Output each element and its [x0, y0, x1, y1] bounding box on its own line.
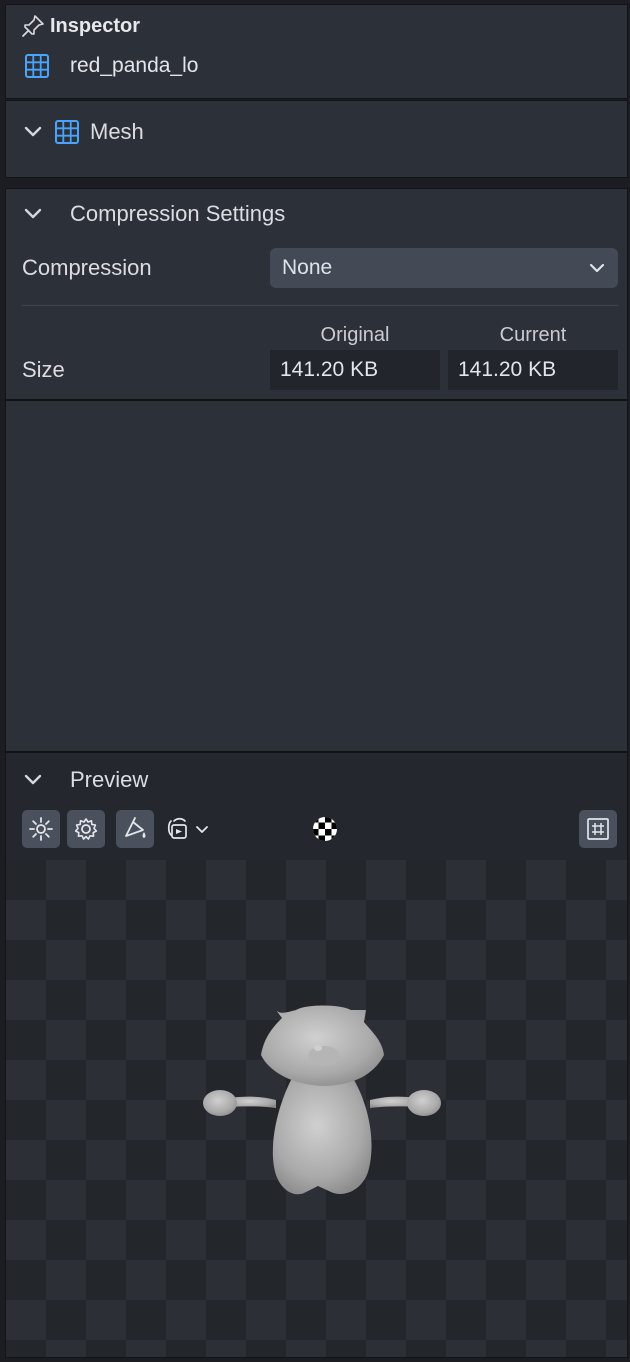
size-label: Size: [22, 357, 65, 382]
chevron-down-icon: [195, 822, 209, 836]
mesh-section: Mesh: [5, 100, 628, 178]
compression-settings-section: Compression Settings Compression None Or…: [5, 188, 628, 400]
compression-section-label: Compression Settings: [70, 201, 286, 226]
inspector-title-row: Inspector: [20, 13, 140, 39]
preview-section: Preview: [5, 752, 628, 1358]
preview-toolbar: [22, 810, 618, 850]
preview-viewport[interactable]: [6, 860, 627, 1357]
compression-value: None: [282, 256, 333, 279]
camera-options-dropdown[interactable]: [165, 810, 217, 848]
mesh-section-label: Mesh: [90, 119, 144, 144]
mesh-grid-icon: [24, 53, 50, 79]
compression-label: Compression: [22, 255, 152, 280]
sun-light-icon: [28, 816, 54, 842]
mesh-section-header[interactable]: Mesh: [22, 119, 144, 145]
asset-name: red_panda_lo: [70, 54, 199, 77]
compression-section-header[interactable]: Compression Settings: [22, 201, 285, 227]
original-size-field: 141.20 KB: [270, 350, 440, 390]
inspector-empty-area: [5, 400, 628, 752]
camera-options-icon: [165, 815, 193, 843]
grid-toggle-icon: [586, 817, 610, 841]
inspector-header: Inspector red_panda_lo: [5, 4, 628, 99]
compression-dropdown[interactable]: None: [270, 248, 618, 288]
divider: [22, 305, 618, 306]
sun-light-button[interactable]: [22, 810, 60, 848]
asset-row: red_panda_lo: [24, 53, 198, 79]
checker-background-button[interactable]: [306, 810, 344, 848]
preview-label: Preview: [70, 767, 149, 792]
model-preview: [203, 1005, 441, 1195]
mesh-grid-icon: [54, 119, 80, 145]
original-column-header: Original: [320, 324, 390, 346]
chevron-down-icon[interactable]: [22, 769, 44, 791]
paint-button[interactable]: [116, 810, 154, 848]
inspector-title: Inspector: [50, 14, 141, 37]
grid-toggle-button[interactable]: [579, 810, 617, 848]
checker-background-icon: [312, 816, 338, 842]
current-column-header: Current: [499, 324, 567, 346]
environment-button[interactable]: [67, 810, 105, 848]
chevron-down-icon: [588, 259, 606, 277]
preview-section-header[interactable]: Preview: [22, 767, 148, 793]
pin-icon[interactable]: [20, 13, 46, 39]
chevron-down-icon[interactable]: [22, 203, 44, 225]
chevron-down-icon[interactable]: [22, 121, 44, 143]
environment-gear-icon: [73, 816, 99, 842]
paint-brush-icon: [121, 816, 149, 842]
current-size-field: 141.20 KB: [448, 350, 618, 390]
